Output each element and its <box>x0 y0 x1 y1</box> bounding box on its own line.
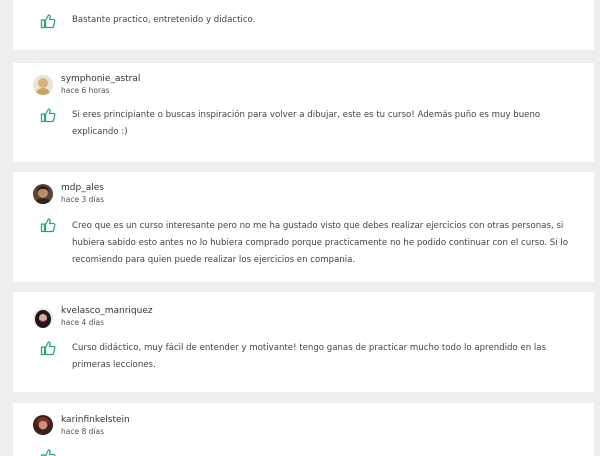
thumbs-up-icon <box>40 14 56 29</box>
avatar[interactable] <box>33 415 53 435</box>
timestamp: hace 3 días <box>61 195 104 204</box>
review-text: Bastante practico, entretenido y didacti… <box>72 15 256 25</box>
avatar[interactable] <box>33 308 53 328</box>
thumbs-up-icon <box>40 449 56 456</box>
review-card: kvelasco_manriquez hace 4 días Curso did… <box>13 292 594 392</box>
avatar[interactable] <box>33 184 53 204</box>
review-text: Creo que es un curso interesante pero no… <box>72 221 568 265</box>
timestamp: hace 8 días <box>61 427 104 436</box>
like-button[interactable] <box>40 107 56 123</box>
timestamp: hace 4 días <box>61 318 104 327</box>
reviews-feed: Bastante practico, entretenido y didacti… <box>0 0 600 456</box>
thumbs-up-icon <box>40 108 56 123</box>
review-text: Curso didáctico, muy fácil de entender y… <box>72 343 547 370</box>
username[interactable]: kvelasco_manriquez <box>61 306 153 317</box>
avatar[interactable] <box>33 75 53 95</box>
timestamp: hace 6 horas <box>61 86 110 95</box>
like-button[interactable] <box>40 13 56 29</box>
review-text: Si eres principiante o buscas inspiració… <box>72 110 541 137</box>
like-button[interactable] <box>40 217 56 233</box>
username[interactable]: mdp_ales <box>61 183 104 194</box>
thumbs-up-icon <box>40 341 56 356</box>
username[interactable]: symphonie_astral <box>61 74 140 85</box>
username[interactable]: karinfinkelstein <box>61 415 130 426</box>
review-card: karinfinkelstein hace 8 días <box>13 403 594 456</box>
like-button[interactable] <box>40 340 56 356</box>
like-button[interactable] <box>40 448 56 456</box>
review-card: mdp_ales hace 3 días Creo que es un curs… <box>13 172 594 282</box>
review-card: symphonie_astral hace 6 horas Si eres pr… <box>13 63 594 162</box>
review-card: Bastante practico, entretenido y didacti… <box>13 0 594 50</box>
thumbs-up-icon <box>40 218 56 233</box>
